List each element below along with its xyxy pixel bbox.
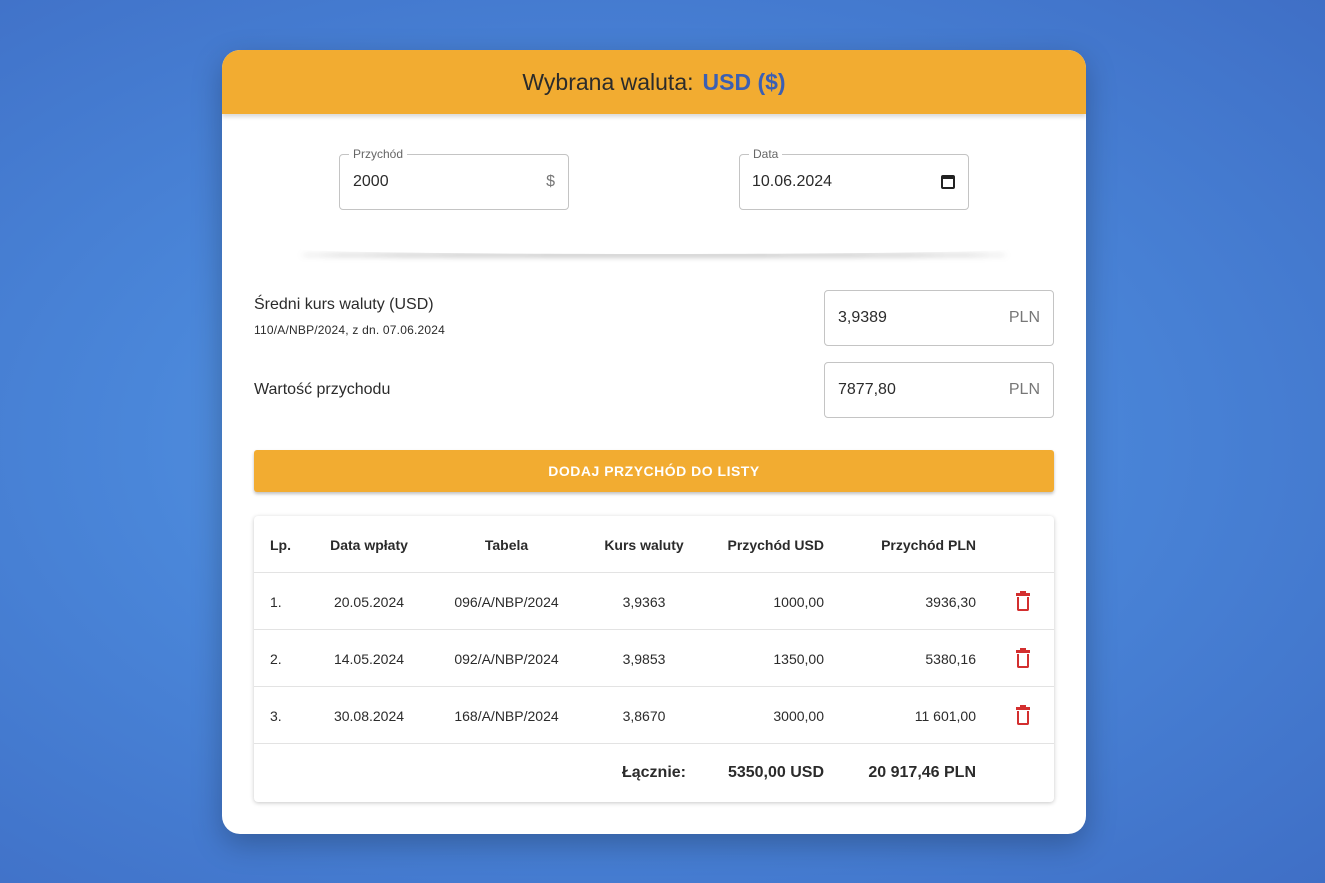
table-row: 2. 14.05.2024 092/A/NBP/2024 3,9853 1350… bbox=[254, 630, 1054, 687]
date-input-value[interactable]: 10.06.2024 bbox=[752, 173, 941, 191]
row-table: 092/A/NBP/2024 bbox=[454, 650, 559, 667]
rate-value[interactable]: 3,9389 bbox=[838, 309, 1009, 327]
date-field[interactable]: Data 10.06.2024 bbox=[739, 147, 969, 210]
row-date: 20.05.2024 bbox=[333, 593, 405, 610]
row-lp: 3. bbox=[270, 707, 282, 724]
header-prefix: Wybrana waluta: bbox=[522, 68, 694, 95]
table-footer-row: Łącznie: 5350,00 USD 20 917,46 PLN bbox=[254, 744, 1054, 801]
add-income-button[interactable]: DODAJ PRZYCHÓD DO LISTY bbox=[254, 450, 1054, 492]
row-pln: 11 601,00 bbox=[914, 707, 976, 724]
header-lp: Lp. bbox=[270, 536, 291, 553]
date-field-label: Data bbox=[749, 147, 783, 161]
rate-label: Średni kurs waluty (USD) bbox=[254, 296, 434, 313]
total-label: Łącznie: bbox=[621, 763, 686, 781]
section-divider bbox=[297, 244, 1011, 254]
total-pln: 20 917,46 PLN bbox=[868, 763, 976, 781]
income-table: Lp. Data wpłaty Tabela Kurs waluty Przyc… bbox=[254, 516, 1054, 802]
income-field-label: Przychód bbox=[349, 147, 408, 161]
rate-unit: PLN bbox=[1008, 309, 1040, 326]
row-usd: 3000,00 bbox=[773, 707, 824, 724]
table-header-row: Lp. Data wpłaty Tabela Kurs waluty Przyc… bbox=[254, 516, 1054, 573]
row-pln: 5380,16 bbox=[925, 650, 976, 667]
income-field[interactable]: Przychód 2000 $ bbox=[339, 147, 569, 210]
rate-field[interactable]: 3,9389 PLN bbox=[824, 290, 1054, 346]
row-table: 096/A/NBP/2024 bbox=[454, 593, 559, 610]
income-value-field[interactable]: 7877,80 PLN bbox=[824, 362, 1054, 418]
row-date: 30.08.2024 bbox=[333, 707, 405, 724]
selected-currency: USD ($) bbox=[702, 68, 786, 95]
income-input-value[interactable]: 2000 bbox=[353, 173, 546, 191]
row-date: 14.05.2024 bbox=[333, 650, 405, 667]
delete-row-button[interactable] bbox=[1012, 630, 1034, 687]
delete-row-button[interactable] bbox=[1012, 573, 1034, 630]
income-card: Wybrana waluta: USD ($) Przychód 2000 $ … bbox=[222, 50, 1086, 834]
calendar-icon[interactable] bbox=[941, 175, 955, 189]
currency-header: Wybrana waluta: USD ($) bbox=[222, 50, 1086, 114]
table-row: 1. 20.05.2024 096/A/NBP/2024 3,9363 1000… bbox=[254, 573, 1054, 630]
table-row: 3. 30.08.2024 168/A/NBP/2024 3,8670 3000… bbox=[254, 687, 1054, 744]
income-value-label: Wartość przychodu bbox=[254, 381, 391, 398]
row-pln: 3936,30 bbox=[925, 593, 976, 610]
header-date: Data wpłaty bbox=[330, 536, 408, 553]
trash-icon[interactable] bbox=[1016, 647, 1030, 668]
trash-icon[interactable] bbox=[1016, 590, 1030, 611]
rate-source: 110/A/NBP/2024, z dn. 07.06.2024 bbox=[254, 323, 445, 337]
total-usd: 5350,00 USD bbox=[727, 763, 824, 781]
delete-row-button[interactable] bbox=[1012, 687, 1034, 744]
row-lp: 1. bbox=[270, 593, 282, 610]
header-pln: Przychód PLN bbox=[881, 536, 976, 553]
row-lp: 2. bbox=[270, 650, 282, 667]
header-table: Tabela bbox=[484, 536, 529, 553]
trash-icon[interactable] bbox=[1016, 704, 1030, 725]
row-table: 168/A/NBP/2024 bbox=[454, 707, 559, 724]
row-usd: 1350,00 bbox=[773, 650, 824, 667]
income-value[interactable]: 7877,80 bbox=[838, 381, 1009, 399]
income-currency-suffix: $ bbox=[546, 173, 555, 190]
income-value-unit: PLN bbox=[1008, 381, 1040, 398]
header-usd: Przychód USD bbox=[727, 536, 824, 553]
row-usd: 1000,00 bbox=[773, 593, 824, 610]
